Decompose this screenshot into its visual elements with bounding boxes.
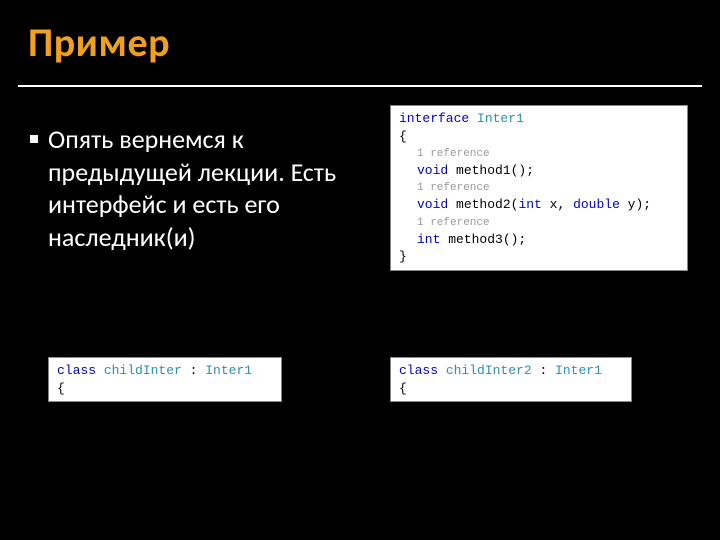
- bullet-marker-icon: [30, 135, 38, 143]
- code-line: int method3();: [417, 231, 679, 249]
- content-area: Опять вернемся к предыдущей лекции. Есть…: [0, 87, 720, 537]
- code-line: class childInter2 : Inter1: [399, 362, 623, 380]
- keyword: void: [417, 163, 448, 178]
- keyword: interface: [399, 111, 469, 126]
- code-line: void method1();: [417, 162, 679, 180]
- bullet-text-block: Опять вернемся к предыдущей лекции. Есть…: [48, 123, 348, 253]
- code-line: }: [399, 248, 679, 266]
- code-text: x,: [542, 197, 573, 212]
- code-text: method2(: [448, 197, 518, 212]
- code-text: :: [182, 363, 205, 378]
- code-box-child1: class childInter : Inter1 {: [48, 357, 282, 402]
- keyword: class: [57, 363, 96, 378]
- code-line: class childInter : Inter1: [57, 362, 273, 380]
- keyword: double: [573, 197, 620, 212]
- type-name: Inter1: [205, 363, 252, 378]
- keyword: int: [518, 197, 541, 212]
- code-line: void method2(int x, double y);: [417, 196, 679, 214]
- code-text: method1();: [448, 163, 534, 178]
- keyword: int: [417, 232, 440, 247]
- reference-count: 1 reference: [417, 147, 679, 162]
- code-box-interface: interface Inter1 { 1 reference void meth…: [390, 105, 688, 271]
- code-line: {: [399, 128, 679, 146]
- keyword: class: [399, 363, 438, 378]
- code-line: {: [57, 380, 273, 398]
- keyword: void: [417, 197, 448, 212]
- reference-count: 1 reference: [417, 181, 679, 196]
- code-text: method3();: [440, 232, 526, 247]
- code-box-child2: class childInter2 : Inter1 {: [390, 357, 632, 402]
- code-line: interface Inter1: [399, 110, 679, 128]
- code-line: {: [399, 380, 623, 398]
- bullet-text: Опять вернемся к предыдущей лекции. Есть…: [48, 123, 336, 253]
- slide-title: Пример: [28, 18, 692, 67]
- type-name: childInter: [104, 363, 182, 378]
- code-text: y);: [620, 197, 651, 212]
- type-name: childInter2: [446, 363, 532, 378]
- type-name: Inter1: [555, 363, 602, 378]
- type-name: Inter1: [477, 111, 524, 126]
- title-area: Пример: [0, 0, 720, 75]
- reference-count: 1 reference: [417, 216, 679, 231]
- code-text: :: [532, 363, 555, 378]
